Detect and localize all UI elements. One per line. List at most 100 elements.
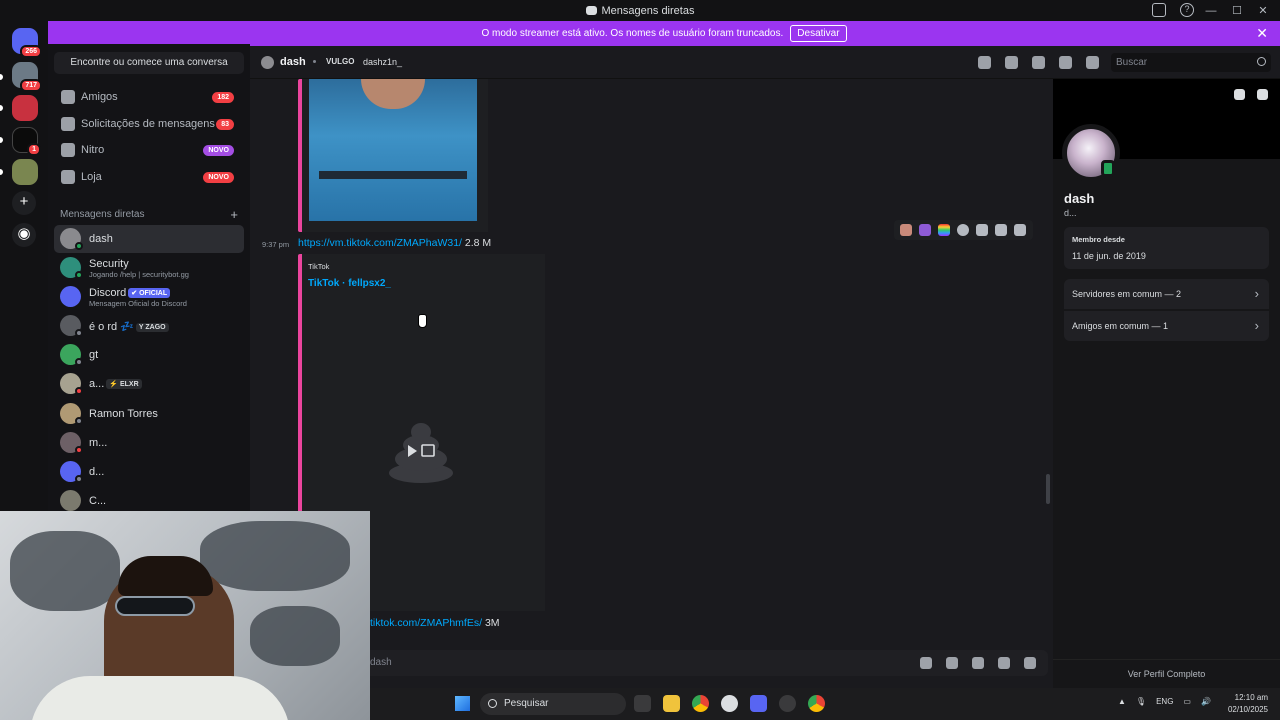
message-composer[interactable]: dash	[258, 650, 1048, 676]
obs-icon[interactable]	[721, 695, 738, 712]
server-icon-4[interactable]: 1	[12, 127, 41, 156]
sidebar-item-label: Loja	[81, 171, 102, 183]
server-icon-3[interactable]	[12, 95, 38, 121]
server-pill	[0, 74, 3, 80]
reaction-icon[interactable]	[900, 224, 912, 236]
taskbar-apps	[634, 695, 825, 712]
minimize-icon[interactable]: —	[1200, 5, 1222, 17]
disable-streamer-button[interactable]: Desativar	[790, 25, 847, 42]
gif-icon[interactable]	[946, 657, 958, 669]
add-friends-icon[interactable]	[1059, 56, 1072, 69]
close-window-icon[interactable]: ✕	[1252, 4, 1274, 17]
explore-icon[interactable]: ◉	[12, 223, 36, 247]
dm-item-discord[interactable]: Discord ✔ OFICIAL Mensagem Oficial do Dis…	[54, 283, 244, 311]
reaction-icon[interactable]	[938, 224, 950, 236]
task-view-icon[interactable]	[634, 695, 651, 712]
profile-toggle-icon[interactable]	[1086, 56, 1099, 69]
sticker-icon[interactable]	[972, 657, 984, 669]
chrome-profile-icon[interactable]	[808, 695, 825, 712]
help-icon[interactable]: ?	[1180, 3, 1194, 17]
volume-icon[interactable]: 🔊	[1201, 697, 1211, 706]
steam-icon[interactable]	[779, 695, 796, 712]
status-dot	[75, 417, 83, 425]
discord-icon[interactable]	[750, 695, 767, 712]
reply-icon[interactable]	[976, 224, 988, 236]
network-icon[interactable]: ▭	[1183, 697, 1191, 706]
profile-actions	[1234, 89, 1268, 100]
more-icon[interactable]	[1014, 224, 1026, 236]
embed-title[interactable]: TikTok · fellpsx2_	[308, 278, 391, 289]
server-pill	[0, 169, 3, 175]
streamer-shirt	[30, 676, 290, 720]
server-icon-5[interactable]	[12, 159, 38, 185]
taskbar-search[interactable]: Pesquisar	[480, 693, 626, 715]
message-actions	[894, 220, 1033, 240]
add-reaction-icon[interactable]	[957, 224, 969, 236]
separator-dot	[313, 60, 316, 63]
streamer-mode-bar: O modo streamer está ativo. Os nomes de …	[48, 21, 1280, 46]
dm-item-security[interactable]: Security Jogando /help | securitybot.gg	[54, 254, 244, 282]
chrome-icon[interactable]	[692, 695, 709, 712]
tiktok-link[interactable]: https://vm.tiktok.com/ZMAPhaW31/	[298, 237, 462, 249]
language-indicator[interactable]: ENG	[1156, 697, 1173, 706]
mutual-friends-row[interactable]: Amigos em comum — 1 ›	[1064, 311, 1269, 341]
maximize-icon[interactable]: ☐	[1226, 4, 1248, 17]
scrollbar-thumb[interactable]	[1046, 474, 1050, 504]
new-dm-icon[interactable]: +	[230, 207, 238, 222]
server-icon-2[interactable]: 717	[12, 62, 42, 92]
video-icon[interactable]	[1005, 56, 1018, 69]
add-friend-icon[interactable]	[1234, 89, 1245, 100]
dm-item-dash[interactable]: dash	[54, 225, 244, 253]
home-badge: 266	[20, 45, 42, 58]
dm-item-d[interactable]: d...	[54, 458, 244, 486]
dm-item-rd[interactable]: é o rd 💤 Y ZAGO	[54, 312, 244, 340]
add-server-icon[interactable]: +	[12, 191, 36, 215]
dm-item-ramon[interactable]: Ramon Torres	[54, 400, 244, 428]
composer-actions	[920, 657, 1036, 669]
video-placeholder-icon[interactable]	[388, 421, 454, 483]
nickname-label: VULGO	[326, 57, 355, 66]
inbox-icon[interactable]	[1152, 3, 1166, 17]
find-conversation-button[interactable]: Encontre ou comece uma conversa	[54, 52, 244, 74]
close-icon[interactable]: ✕	[1256, 25, 1268, 42]
emoji-icon[interactable]	[998, 657, 1010, 669]
mic-icon[interactable]: 🎙	[1136, 697, 1146, 706]
dm-item-m[interactable]: m...	[54, 429, 244, 457]
forward-icon[interactable]	[995, 224, 1007, 236]
more-icon[interactable]	[1257, 89, 1268, 100]
taskbar: Pesquisar ▲ 🎙 ENG ▭ 🔊 12:10 am 02/10/202…	[370, 688, 1280, 720]
activity-icon[interactable]	[1024, 657, 1036, 669]
dm-item-a[interactable]: a... ⚡ ELXR	[54, 370, 244, 398]
sidebar-item-friends[interactable]: Amigos 182	[54, 86, 244, 108]
gift-icon[interactable]	[920, 657, 932, 669]
taskbar-clock[interactable]: 12:10 am 02/10/2025	[1228, 692, 1268, 716]
view-full-profile-button[interactable]: Ver Perfil Completo	[1053, 659, 1280, 679]
home-button[interactable]: 266	[12, 28, 42, 58]
sidebar-item-message-requests[interactable]: Solicitações de mensagens 83	[54, 113, 244, 135]
message-timestamp: 9:37 pm	[262, 240, 290, 249]
sidebar-item-nitro[interactable]: Nitro NOVO	[54, 139, 244, 161]
pin-icon[interactable]	[1032, 56, 1045, 69]
status-dot	[75, 271, 83, 279]
status-dot	[75, 358, 83, 366]
mail-icon	[61, 117, 75, 131]
dm-item-gt[interactable]: gt	[54, 341, 244, 369]
shop-new-badge: NOVO	[203, 171, 234, 183]
dm-name-row: Discord ✔ OFICIAL	[89, 287, 171, 299]
sidebar-item-shop[interactable]: Loja NOVO	[54, 166, 244, 188]
call-icon[interactable]	[978, 56, 991, 69]
mouse-cursor	[418, 314, 427, 328]
chat-header: dash VULGO dashz1n_ Buscar	[250, 46, 1280, 79]
file-explorer-icon[interactable]	[663, 695, 680, 712]
header-actions	[978, 56, 1099, 69]
tiktok-link-2[interactable]: tiktok.com/ZMAPhmfEs/	[370, 617, 482, 629]
embed-image[interactable]	[309, 79, 477, 221]
taskbar-search-label: Pesquisar	[504, 698, 549, 709]
search-input[interactable]: Buscar	[1111, 53, 1271, 72]
reaction-icon[interactable]	[919, 224, 931, 236]
requests-badge: 83	[216, 118, 234, 130]
mutual-servers-row[interactable]: Servidores em comum — 2 ›	[1064, 279, 1269, 309]
clock-time: 12:10 am	[1234, 693, 1268, 702]
start-icon[interactable]	[455, 696, 470, 711]
tray-chevron-icon[interactable]: ▲	[1118, 697, 1126, 706]
